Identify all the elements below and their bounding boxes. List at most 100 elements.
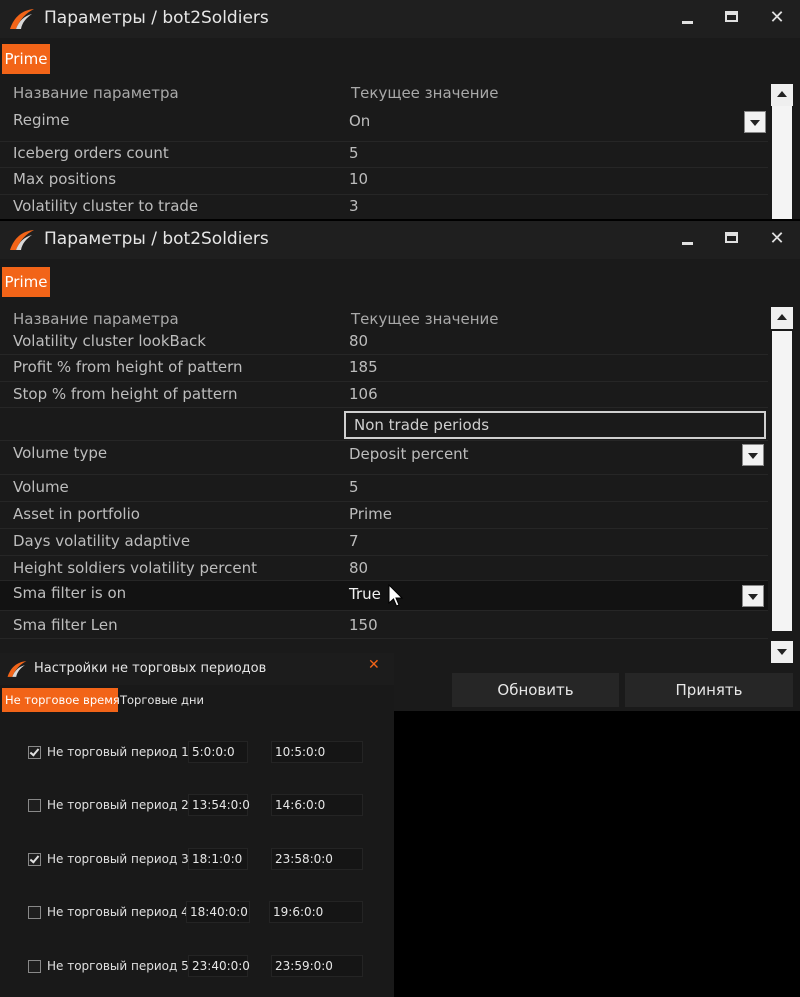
period-row: Не торговый период 5 23:40:0:0 23:59:0:0 bbox=[0, 955, 394, 979]
param-value[interactable]: 10 bbox=[349, 170, 368, 188]
param-value[interactable]: 7 bbox=[349, 532, 359, 550]
table-row[interactable]: Sma filter is on True bbox=[0, 581, 768, 611]
period-checkbox[interactable] bbox=[28, 960, 41, 973]
table-row[interactable]: Days volatility adaptive 7 bbox=[0, 529, 768, 556]
dropdown-button[interactable] bbox=[744, 111, 766, 133]
param-name: Height soldiers volatility percent bbox=[13, 559, 257, 577]
table-row[interactable]: Volume 5 bbox=[0, 475, 768, 502]
param-value[interactable]: 185 bbox=[349, 358, 378, 376]
scroll-up-button[interactable] bbox=[771, 84, 793, 106]
param-name: Iceberg orders count bbox=[13, 144, 169, 162]
table-row[interactable]: Stop % from height of pattern 106 bbox=[0, 382, 768, 408]
period-end-input[interactable]: 19:6:0:0 bbox=[269, 901, 363, 923]
period-checkbox[interactable] bbox=[28, 853, 41, 866]
column-header-value: Текущее значение bbox=[351, 310, 499, 328]
period-start-input[interactable]: 18:40:0:0 bbox=[186, 901, 250, 923]
minimize-button[interactable] bbox=[672, 225, 702, 253]
scroll-up-button[interactable] bbox=[771, 307, 793, 329]
period-checkbox[interactable] bbox=[28, 746, 41, 759]
period-label: Не торговый период 3 bbox=[47, 852, 189, 866]
param-name: Volatility cluster lookBack bbox=[13, 332, 206, 350]
param-value-select[interactable]: On bbox=[349, 112, 370, 130]
logo-icon bbox=[10, 9, 34, 29]
close-button[interactable]: ✕ bbox=[762, 4, 792, 32]
period-start-input[interactable]: 5:0:0:0 bbox=[188, 741, 248, 763]
dropdown-button[interactable] bbox=[742, 585, 764, 607]
checkbox-checked-icon bbox=[29, 853, 40, 864]
period-start-input[interactable]: 13:54:0:0 bbox=[188, 794, 250, 816]
minimize-icon bbox=[682, 242, 693, 245]
period-row: Не торговый период 4 18:40:0:0 19:6:0:0 bbox=[0, 901, 394, 925]
update-button[interactable]: Обновить bbox=[452, 673, 619, 707]
chevron-up-icon bbox=[777, 91, 787, 97]
chevron-down-icon bbox=[748, 453, 758, 459]
window-title: Параметры / bot2Soldiers bbox=[44, 8, 269, 28]
param-value[interactable]: 5 bbox=[349, 144, 359, 162]
table-row[interactable]: Profit % from height of pattern 185 bbox=[0, 355, 768, 382]
period-end-input[interactable]: 14:6:0:0 bbox=[271, 794, 363, 816]
param-value[interactable]: 150 bbox=[349, 616, 378, 634]
vertical-scrollbar[interactable] bbox=[770, 84, 794, 219]
table-row[interactable]: Non trade periods bbox=[0, 408, 768, 441]
period-start-input[interactable]: 23:40:0:0 bbox=[188, 955, 250, 977]
column-header-name: Название параметра bbox=[13, 84, 179, 102]
param-value[interactable]: 106 bbox=[349, 385, 378, 403]
scroll-thumb[interactable] bbox=[772, 331, 792, 631]
period-start-input[interactable]: 18:1:0:0 bbox=[188, 848, 248, 870]
param-value[interactable]: 80 bbox=[349, 332, 368, 350]
column-header-name: Название параметра bbox=[13, 310, 179, 328]
logo-icon bbox=[10, 230, 34, 250]
scroll-down-button[interactable] bbox=[771, 641, 793, 663]
param-name: Max positions bbox=[13, 170, 117, 188]
table-row[interactable]: Volume type Deposit percent bbox=[0, 441, 768, 475]
table-row[interactable]: Volatility cluster lookBack 80 bbox=[0, 329, 768, 355]
close-button[interactable]: ✕ bbox=[762, 225, 792, 253]
tab-trade-days[interactable]: Торговые дни bbox=[120, 688, 204, 712]
title-bar[interactable]: Параметры / bot2Soldiers ✕ bbox=[0, 0, 800, 38]
window-title: Параметры / bot2Soldiers bbox=[44, 229, 269, 249]
period-end-input[interactable]: 10:5:0:0 bbox=[271, 741, 363, 763]
title-bar[interactable]: Параметры / bot2Soldiers ✕ bbox=[0, 221, 800, 259]
param-name: Regime bbox=[13, 111, 70, 129]
param-value[interactable]: 80 bbox=[349, 559, 368, 577]
period-checkbox[interactable] bbox=[28, 799, 41, 812]
minimize-button[interactable] bbox=[672, 4, 702, 32]
period-row: Не торговый период 3 18:1:0:0 23:58:0:0 bbox=[0, 848, 394, 872]
period-label: Не торговый период 1 bbox=[47, 745, 189, 759]
param-value[interactable]: 3 bbox=[349, 197, 359, 215]
mouse-cursor-icon bbox=[388, 584, 404, 607]
table-row[interactable]: Sma filter Len 150 bbox=[0, 611, 768, 639]
maximize-icon bbox=[725, 11, 738, 22]
non-trade-periods-window: Настройки не торговых периодов ✕ Не торг… bbox=[0, 653, 394, 997]
table-row[interactable]: Height soldiers volatility percent 80 bbox=[0, 556, 768, 581]
tab-non-trade-time[interactable]: Не торговое время bbox=[2, 688, 120, 712]
maximize-button[interactable] bbox=[717, 225, 747, 253]
maximize-icon bbox=[725, 232, 738, 243]
param-value[interactable]: 5 bbox=[349, 478, 359, 496]
dropdown-button[interactable] bbox=[742, 444, 764, 466]
param-name: Volatility cluster to trade bbox=[13, 197, 199, 215]
close-icon[interactable]: ✕ bbox=[368, 657, 380, 673]
table-row[interactable]: Max positions 10 bbox=[0, 168, 768, 195]
title-bar[interactable]: Настройки не торговых периодов ✕ bbox=[0, 653, 394, 685]
table-row[interactable]: Asset in portfolio Prime bbox=[0, 502, 768, 529]
close-icon: ✕ bbox=[769, 7, 785, 28]
period-checkbox[interactable] bbox=[28, 906, 41, 919]
tab-prime[interactable]: Prime bbox=[2, 44, 50, 74]
period-end-input[interactable]: 23:59:0:0 bbox=[271, 955, 363, 977]
period-end-input[interactable]: 23:58:0:0 bbox=[271, 848, 363, 870]
scroll-thumb[interactable] bbox=[772, 106, 792, 219]
table-row[interactable]: Iceberg orders count 5 bbox=[0, 142, 768, 168]
param-value-select[interactable]: True bbox=[349, 585, 381, 603]
param-name: Stop % from height of pattern bbox=[13, 385, 238, 403]
non-trade-periods-button[interactable]: Non trade periods bbox=[344, 411, 766, 439]
period-row: Не торговый период 1 5:0:0:0 10:5:0:0 bbox=[0, 741, 394, 765]
vertical-scrollbar[interactable] bbox=[770, 307, 794, 665]
param-value[interactable]: Prime bbox=[349, 505, 392, 523]
maximize-button[interactable] bbox=[717, 4, 747, 32]
tab-prime[interactable]: Prime bbox=[2, 267, 50, 297]
table-row[interactable]: Volatility cluster to trade 3 bbox=[0, 195, 768, 219]
param-value-select[interactable]: Deposit percent bbox=[349, 445, 469, 463]
accept-button[interactable]: Принять bbox=[625, 673, 793, 707]
table-row[interactable]: Regime On bbox=[0, 108, 768, 142]
